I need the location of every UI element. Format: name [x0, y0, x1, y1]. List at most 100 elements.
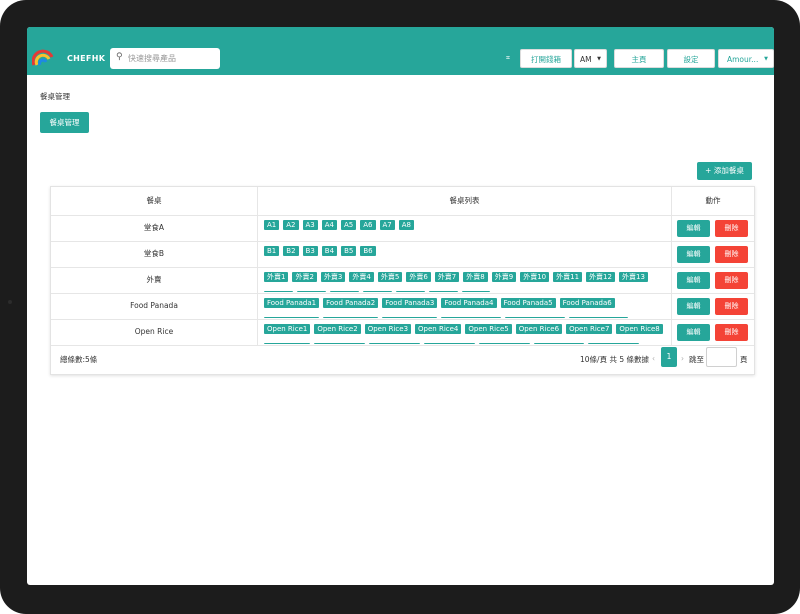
- table-tag[interactable]: Food Panada11: [504, 317, 565, 318]
- table-card: 餐桌 餐桌列表 動作 堂食A A1 A2 A3 A4 A5 A6 A7 A8 編輯 刪除 堂食B B1 B…: [50, 186, 755, 375]
- edit-button[interactable]: 編輯: [677, 324, 710, 341]
- table-row: 堂食B B1 B2 B3 B4 B5 B6 編輯 刪除: [51, 241, 754, 268]
- search-input[interactable]: ⚲ 快速搜尋產品: [110, 48, 220, 69]
- table-name: Open Rice: [134, 327, 174, 336]
- table-tag[interactable]: Open Rice8: [616, 324, 663, 334]
- add-table-button[interactable]: + 添加餐桌: [697, 162, 752, 180]
- table-tag[interactable]: 外賣18: [395, 291, 425, 292]
- open-drawer-button[interactable]: 打開錢箱: [520, 49, 572, 68]
- table-tag[interactable]: 外賣12: [586, 272, 615, 282]
- user-menu[interactable]: Amour... ▼: [718, 49, 774, 68]
- table-tag[interactable]: 外賣9: [491, 272, 517, 282]
- edit-button[interactable]: 編輯: [677, 298, 710, 315]
- table-tag[interactable]: 外賣11: [553, 272, 583, 282]
- table-tag[interactable]: Food Panada5: [500, 298, 556, 308]
- table-tag[interactable]: A5: [341, 220, 357, 230]
- table-tag[interactable]: Open Rice6: [515, 324, 563, 334]
- table-tag[interactable]: Food Panada6: [559, 298, 615, 308]
- table-tag[interactable]: Open Rice13: [478, 343, 530, 344]
- session-select[interactable]: AM ▼: [574, 49, 607, 68]
- table-tag[interactable]: B5: [341, 246, 357, 256]
- delete-button[interactable]: 刪除: [715, 298, 748, 315]
- edit-button[interactable]: 編輯: [677, 246, 710, 263]
- table-tag[interactable]: B6: [360, 246, 376, 256]
- table-tag[interactable]: Open Rice3: [364, 324, 412, 334]
- table-tag[interactable]: 外賣14: [264, 291, 293, 292]
- header-name: 餐桌: [146, 196, 162, 205]
- goto-label: 跳至: [689, 355, 704, 364]
- tablet-frame: CHEFHK ⚲ 快速搜尋產品 ⌗ 打開錢箱 AM ▼ 主頁 設定 Amour..…: [0, 0, 800, 614]
- table-tag[interactable]: Open Rice10: [314, 343, 366, 344]
- chevron-down-icon: ▼: [764, 56, 768, 62]
- table-tag[interactable]: 外賣4: [349, 272, 374, 282]
- prev-page-icon[interactable]: ‹: [652, 354, 655, 363]
- table-tag[interactable]: Food Panada9: [382, 317, 438, 318]
- table-header-row: 餐桌 餐桌列表 動作: [51, 187, 754, 216]
- table-tag[interactable]: Food Panada2: [323, 298, 379, 308]
- edit-button[interactable]: 編輯: [677, 220, 710, 237]
- table-tag[interactable]: Food Panada7: [264, 317, 320, 318]
- table-tag[interactable]: Open Rice1: [264, 324, 311, 334]
- table-tag[interactable]: Food Panada4: [441, 298, 497, 308]
- home-button[interactable]: 主頁: [614, 49, 664, 68]
- table-tag[interactable]: Open Rice4: [415, 324, 462, 334]
- table-tag[interactable]: B3: [302, 246, 318, 256]
- table-tag[interactable]: A3: [302, 220, 318, 230]
- goto-page-input[interactable]: [706, 347, 737, 367]
- table-tag[interactable]: 外賣19: [428, 291, 458, 292]
- settings-button[interactable]: 設定: [667, 49, 715, 68]
- table-name: 堂食A: [143, 223, 165, 232]
- table-tag[interactable]: Open Rice5: [465, 324, 512, 334]
- page-info: 10條/頁 共 5 條數據: [580, 355, 649, 364]
- chefhk-logo-icon: [32, 49, 54, 66]
- table-tag[interactable]: 外賣1: [264, 272, 289, 282]
- delete-button[interactable]: 刪除: [715, 324, 748, 341]
- table-tag[interactable]: 外賣8: [463, 272, 488, 282]
- current-page-button[interactable]: 1: [661, 347, 677, 367]
- table-tag[interactable]: Open Rice2: [314, 324, 361, 334]
- table-tag[interactable]: 外賣3: [320, 272, 346, 282]
- table-tag[interactable]: 外賣5: [377, 272, 403, 282]
- table-tag[interactable]: 外賣13: [618, 272, 648, 282]
- tag-list: B1 B2 B3 B4 B5 B6: [264, 246, 669, 266]
- table-tag[interactable]: 外賣16: [329, 291, 359, 292]
- table-tag[interactable]: A1: [264, 220, 280, 230]
- table-tag[interactable]: Open Rice11: [369, 343, 420, 344]
- table-tag[interactable]: 外賣6: [406, 272, 431, 282]
- table-tag[interactable]: B2: [283, 246, 299, 256]
- table-tag[interactable]: 外賣20: [461, 291, 491, 292]
- next-page-icon[interactable]: ›: [681, 354, 684, 363]
- table-row: Food Panada Food Panada1 Food Panada2 Food …: [51, 293, 754, 320]
- table-tag[interactable]: 外賣15: [296, 291, 326, 292]
- table-tag[interactable]: 外賣10: [520, 272, 550, 282]
- table-tag[interactable]: Open Rice7: [566, 324, 613, 334]
- delete-button[interactable]: 刪除: [715, 272, 748, 289]
- tag-list: Food Panada1 Food Panada2 Food Panada3 Food…: [264, 298, 669, 318]
- table-tag[interactable]: Open Rice12: [423, 343, 475, 344]
- brand-name: CHEFHK: [67, 54, 106, 63]
- table-tag[interactable]: A2: [283, 220, 299, 230]
- delete-button[interactable]: 刪除: [715, 246, 748, 263]
- table-manage-button[interactable]: 餐桌管理: [40, 112, 89, 133]
- table-row: Open Rice Open Rice1 Open Rice2 Open Rice3 O…: [51, 319, 754, 346]
- table-tag[interactable]: A4: [321, 220, 337, 230]
- table-tag[interactable]: A7: [379, 220, 395, 230]
- table-tag[interactable]: A6: [360, 220, 376, 230]
- table-tag[interactable]: Open Rice9: [264, 343, 311, 344]
- table-tag[interactable]: B1: [264, 246, 280, 256]
- table-tag[interactable]: 外賣17: [362, 291, 392, 292]
- table-tag[interactable]: Food Panada3: [382, 298, 438, 308]
- table-tag[interactable]: Food Panada10: [441, 317, 501, 318]
- table-tag[interactable]: Food Panada1: [264, 298, 320, 308]
- table-tag[interactable]: Open Rice15: [588, 343, 640, 344]
- table-tag[interactable]: Open Rice14: [533, 343, 585, 344]
- table-tag[interactable]: B4: [321, 246, 338, 256]
- grid-icon[interactable]: ⌗: [506, 54, 510, 63]
- table-tag[interactable]: Food Panada8: [323, 317, 379, 318]
- table-tag[interactable]: 外賣7: [434, 272, 460, 282]
- table-tag[interactable]: 外賣2: [292, 272, 317, 282]
- delete-button[interactable]: 刪除: [715, 220, 748, 237]
- edit-button[interactable]: 編輯: [677, 272, 710, 289]
- table-tag[interactable]: Food Panada12: [568, 317, 629, 318]
- table-tag[interactable]: A8: [398, 220, 414, 230]
